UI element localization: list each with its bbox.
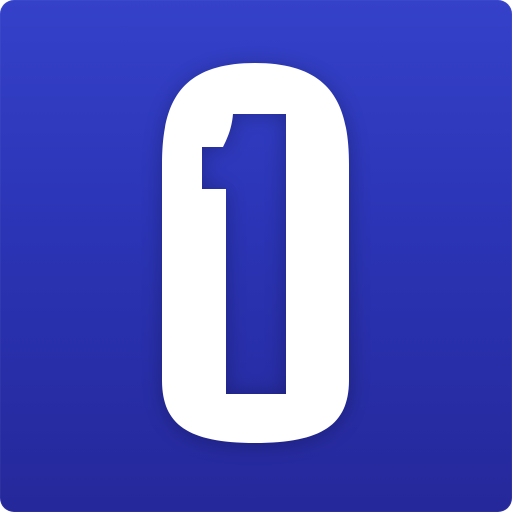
one-logo-icon	[162, 63, 349, 443]
app-icon	[0, 0, 512, 512]
